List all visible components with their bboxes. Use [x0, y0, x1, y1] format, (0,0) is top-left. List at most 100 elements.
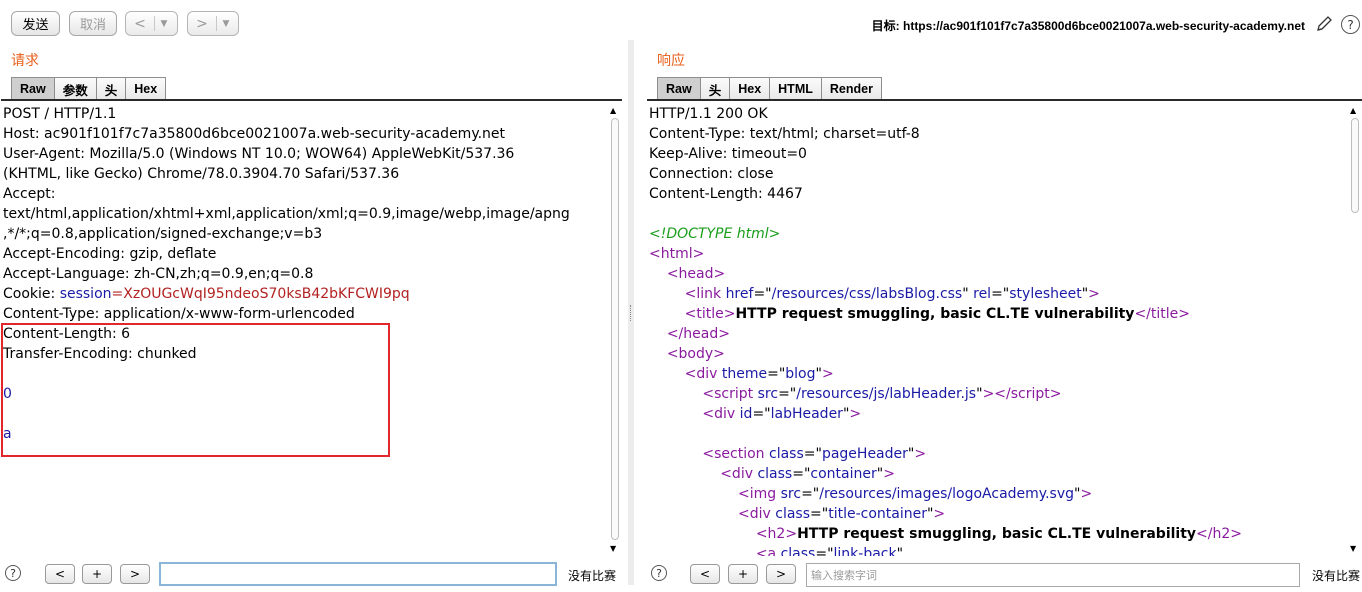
help-icon[interactable]: ?: [1341, 15, 1360, 34]
tab-render[interactable]: Render: [820, 77, 882, 100]
scroll-thumb[interactable]: [611, 118, 619, 540]
tab-headers[interactable]: 头: [95, 77, 127, 100]
request-line: Accept-Encoding: gzip, deflate: [3, 246, 217, 262]
request-line: text/html,application/xhtml+xml,applicat…: [3, 206, 570, 222]
tab-hex[interactable]: Hex: [729, 77, 771, 100]
response-tabs: Raw 头 Hex HTML Render: [657, 77, 882, 100]
attr-value: stylesheet: [1009, 286, 1082, 302]
chevron-down-icon[interactable]: ▼: [217, 19, 235, 29]
highlight-box: [1, 323, 390, 457]
tag-name: body: [678, 346, 714, 362]
html-line: <body>: [666, 346, 725, 362]
attr-value: title-container: [828, 506, 927, 522]
attr-value: /resources/images/logoAcademy.svg: [819, 486, 1075, 502]
request-search-input[interactable]: [159, 562, 557, 586]
split-divider[interactable]: [628, 40, 634, 585]
tab-underline: [647, 99, 1362, 101]
html-line: <a class="link-back": [649, 544, 1346, 556]
request-title: 请求: [11, 53, 39, 69]
chevron-down-icon[interactable]: ▼: [155, 19, 173, 29]
html-line: </head>: [666, 326, 730, 342]
request-line: POST / HTTP/1.1: [3, 106, 117, 122]
response-line: HTTP/1.1 200 OK: [649, 106, 768, 122]
tag-name: head: [683, 326, 719, 342]
request-line: Content-Type: application/x-www-form-url…: [3, 306, 355, 322]
request-line: ,*/*;q=0.8,application/signed-exchange;v…: [3, 226, 323, 242]
scroll-down-icon[interactable]: ▼: [610, 544, 616, 553]
attr-value: container: [810, 466, 877, 482]
next-match-button[interactable]: >: [120, 564, 150, 584]
html-line: <section class="pageHeader">: [702, 446, 927, 462]
edit-target-icon[interactable]: [1315, 15, 1333, 33]
cookie-eq: =: [111, 286, 124, 302]
history-back-button[interactable]: < ▼: [125, 11, 178, 36]
attr-value: /resources/js/labHeader.js: [796, 386, 977, 402]
tab-raw[interactable]: Raw: [657, 77, 701, 100]
tag-name: html: [660, 246, 693, 262]
request-tabs: Raw 参数 头 Hex: [11, 77, 167, 100]
help-icon[interactable]: ?: [651, 565, 667, 581]
help-icon[interactable]: ?: [5, 565, 21, 581]
request-line: Host: ac901f101f7c7a35800d6bce0021007a.w…: [3, 126, 506, 142]
html-line: <title>HTTP request smuggling, basic CL.…: [684, 306, 1190, 322]
response-line: Content-Length: 4467: [649, 186, 803, 202]
divider-grip[interactable]: [630, 305, 632, 321]
html-line: <div theme="blog">: [684, 366, 834, 382]
html-line: <html>: [649, 246, 705, 262]
request-line: Accept:: [3, 186, 56, 202]
prev-match-button[interactable]: <: [690, 564, 720, 584]
html-line: <head>: [666, 266, 726, 282]
tab-params[interactable]: 参数: [53, 77, 97, 100]
response-line: Connection: close: [649, 166, 774, 182]
attr-value: link-back: [833, 546, 897, 556]
title-text: HTTP request smuggling, basic CL.TE vuln…: [735, 306, 1135, 322]
prev-match-button[interactable]: <: [45, 564, 75, 584]
scroll-down-icon[interactable]: ▼: [1350, 544, 1356, 553]
history-forward-button[interactable]: > ▼: [187, 11, 239, 36]
cookie-value: XzOUGcWqI95ndeoS70ksB42bKFCWI9pq: [123, 286, 410, 302]
response-scrollbar[interactable]: ▲ ▼: [1348, 104, 1362, 556]
scroll-up-icon[interactable]: ▲: [610, 106, 616, 115]
add-match-button[interactable]: +: [82, 564, 112, 584]
request-line: User-Agent: Mozilla/5.0 (Windows NT 10.0…: [3, 146, 515, 162]
response-line: Content-Type: text/html; charset=utf-8: [649, 126, 920, 142]
request-scrollbar[interactable]: ▲ ▼: [608, 104, 622, 556]
request-match-count: 没有比赛: [568, 569, 617, 583]
scroll-thumb[interactable]: [1351, 118, 1359, 213]
attr-value: labHeader: [770, 406, 843, 422]
html-line: <img src="/resources/images/logoAcademy.…: [738, 486, 1093, 502]
response-search-input[interactable]: 输入搜索字词: [806, 563, 1300, 587]
tab-underline: [1, 99, 622, 101]
html-line: <script src="/resources/js/labHeader.js"…: [702, 386, 1062, 402]
response-editor[interactable]: HTTP/1.1 200 OK Content-Type: text/html;…: [649, 104, 1346, 556]
back-arrow-icon: <: [134, 15, 146, 32]
cancel-button[interactable]: 取消: [69, 11, 117, 36]
html-line: <link href="/resources/css/labsBlog.css"…: [684, 286, 1100, 302]
add-match-button[interactable]: +: [728, 564, 758, 584]
cookie-prefix: Cookie:: [3, 286, 60, 302]
tag-name: head: [678, 266, 714, 282]
attr-value: /resources/css/labsBlog.css: [771, 286, 963, 302]
response-match-count: 没有比赛: [1312, 569, 1361, 583]
html-line: <div id="labHeader">: [702, 406, 862, 422]
request-line: (KHTML, like Gecko) Chrome/78.0.3904.70 …: [3, 166, 400, 182]
scroll-up-icon[interactable]: ▲: [1350, 106, 1356, 115]
html-line: <div class="title-container">: [738, 506, 946, 522]
cookie-name: session: [59, 286, 112, 302]
html-line: <div class="container">: [720, 466, 895, 482]
tab-headers[interactable]: 头: [699, 77, 731, 100]
response-title: 响应: [657, 53, 685, 69]
tab-html[interactable]: HTML: [769, 77, 822, 100]
cookie-line: Cookie: session=XzOUGcWqI95ndeoS70ksB42b…: [3, 284, 606, 304]
response-line: Keep-Alive: timeout=0: [649, 146, 807, 162]
send-button[interactable]: 发送: [11, 11, 60, 36]
forward-arrow-icon: >: [196, 15, 208, 32]
tab-raw[interactable]: Raw: [11, 77, 55, 100]
target-label: 目标: https://ac901f101f7c7a35800d6bce0021…: [871, 19, 1305, 33]
attr-value: blog: [785, 366, 816, 382]
doctype-line: <!DOCTYPE html>: [649, 226, 781, 242]
tab-hex[interactable]: Hex: [125, 77, 167, 100]
h2-text: HTTP request smuggling, basic CL.TE vuln…: [797, 526, 1197, 542]
next-match-button[interactable]: >: [766, 564, 796, 584]
